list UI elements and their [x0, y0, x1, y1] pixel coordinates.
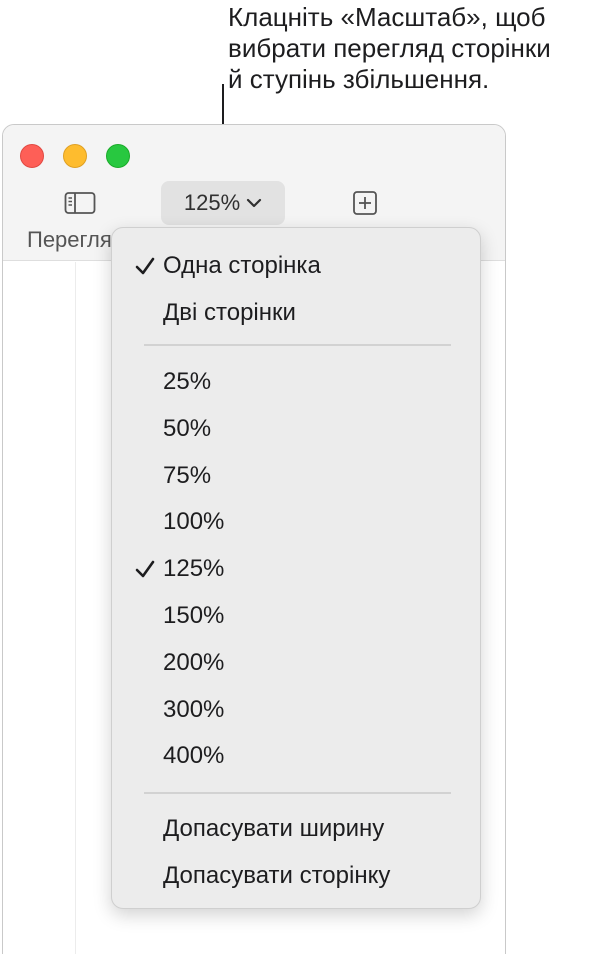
callout-line-1: Клацніть «Масштаб», щоб [228, 2, 546, 32]
menu-item-label: 100% [163, 508, 225, 536]
view-sidebar-button[interactable] [63, 189, 97, 217]
menu-item-zoom-3[interactable]: 100% [112, 499, 480, 545]
callout-line-2: вибрати перегляд сторінки [228, 33, 551, 63]
sidebar-icon [64, 192, 96, 214]
zoom-dropdown-menu: Одна сторінка Дві сторінки 25% 50% 75% 100% 12… [111, 227, 481, 909]
menu-item-label: 50% [163, 414, 212, 442]
document-margin-line [75, 262, 76, 954]
menu-item-label: 125% [163, 555, 225, 583]
menu-item-label: 400% [163, 742, 225, 770]
menu-separator [144, 344, 451, 346]
menu-item-label: Дві сторінки [163, 298, 296, 326]
menu-item-zoom-0[interactable]: 25% [112, 359, 480, 405]
zoom-popup-button[interactable]: 125% [161, 181, 285, 225]
callout-text: Клацніть «Масштаб», щоб вибрати перегляд… [228, 2, 612, 95]
menu-item-zoom-5[interactable]: 150% [112, 593, 480, 639]
menu-item-label: Допасувати ширину [163, 815, 385, 842]
fullscreen-window-button[interactable] [106, 144, 130, 168]
add-page-button[interactable] [350, 189, 380, 217]
checkmark-icon [134, 558, 156, 580]
minimize-window-button[interactable] [63, 144, 87, 168]
callout-line-3: й ступінь збільшення. [228, 64, 490, 94]
menu-item-fit-0[interactable]: Допасувати ширину [112, 806, 480, 852]
view-button-label: Перегляд [27, 227, 125, 252]
screenshot-stage: Клацніть «Масштаб», щоб вибрати перегляд… [0, 0, 616, 954]
menu-separator [144, 792, 451, 794]
close-window-button[interactable] [20, 144, 44, 168]
menu-item-zoom-6[interactable]: 200% [112, 640, 480, 686]
menu-item-label: 200% [163, 648, 225, 676]
menu-item-label: 300% [163, 695, 225, 723]
zoom-value: 125% [183, 190, 241, 215]
menu-item-label: 150% [163, 602, 225, 629]
menu-item-label: 25% [163, 368, 212, 395]
menu-item-zoom-2[interactable]: 75% [112, 453, 480, 499]
chevron-down-icon [247, 198, 262, 208]
menu-item-zoom-4[interactable]: 125% [112, 546, 480, 592]
checkmark-icon [134, 255, 156, 277]
menu-item-fit-1[interactable]: Допасувати сторінку [112, 853, 480, 899]
menu-item-label: Допасувати сторінку [163, 861, 391, 889]
menu-item-zoom-1[interactable]: 50% [112, 406, 480, 452]
menu-item-page-0[interactable]: Одна сторінка [112, 243, 480, 289]
add-page-icon [353, 191, 377, 215]
menu-item-label: Одна сторінка [163, 252, 321, 279]
menu-item-page-1[interactable]: Дві сторінки [112, 290, 480, 336]
menu-item-zoom-8[interactable]: 400% [112, 733, 480, 779]
menu-item-label: 75% [163, 461, 212, 489]
menu-item-zoom-7[interactable]: 300% [112, 687, 480, 733]
